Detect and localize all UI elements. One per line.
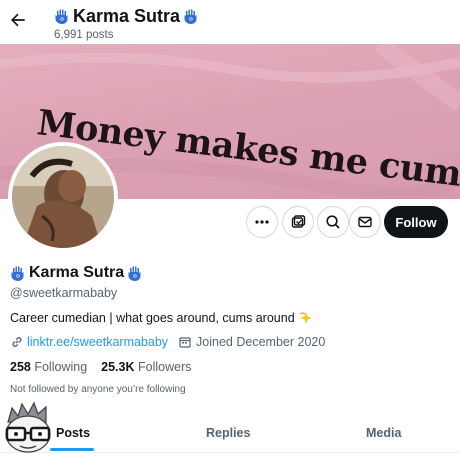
followers-count: 25.3K — [101, 360, 135, 374]
grok-summary-button[interactable] — [282, 206, 314, 238]
hamsa-emoji-icon — [184, 9, 197, 24]
hamsa-emoji-icon — [11, 266, 24, 281]
following-count: 258 — [10, 360, 31, 374]
tab-replies[interactable]: Replies — [206, 426, 250, 440]
tab-media[interactable]: Media — [366, 426, 401, 440]
calendar-icon — [179, 337, 191, 348]
hamsa-emoji-icon — [128, 266, 141, 281]
followers-label: Followers — [138, 360, 192, 374]
tab-posts[interactable]: Posts — [56, 426, 90, 440]
message-button[interactable] — [349, 206, 381, 238]
posts-count: 6,991 posts — [54, 29, 114, 41]
follow-button[interactable]: Follow — [384, 206, 448, 238]
profile-bio: Career cumedian | what goes around, cums… — [10, 311, 313, 325]
more-options-button[interactable] — [246, 206, 278, 238]
not-followed-note: Not followed by anyone you’re following — [10, 384, 186, 395]
followers-link[interactable]: 25.3K Followers — [101, 360, 191, 374]
back-arrow-icon[interactable] — [8, 10, 28, 30]
search-posts-button[interactable] — [317, 206, 349, 238]
avatar[interactable] — [8, 142, 118, 252]
search-icon — [326, 215, 340, 229]
follow-stats: 258 Following 25.3K Followers — [10, 360, 192, 374]
following-link[interactable]: 258 Following — [10, 360, 87, 374]
avatar-photo — [12, 146, 114, 248]
tabs-divider — [0, 452, 460, 453]
profile-meta: linktr.ee/sweetkarmababy Joined December… — [10, 335, 325, 349]
profile-tabs: Posts Replies Media — [0, 414, 460, 454]
profile-link[interactable]: linktr.ee/sweetkarmababy — [27, 335, 168, 349]
hamsa-emoji-icon — [55, 9, 68, 24]
profile-handle: @sweetkarmababy — [10, 286, 118, 300]
grok-icon — [291, 215, 306, 228]
profile-name-text: Karma Sutra — [29, 264, 125, 281]
bio-text: Career cumedian | what goes around, cums… — [10, 311, 295, 325]
nerd-face-sticker-icon — [5, 401, 51, 453]
dizzy-emoji-icon — [299, 312, 312, 324]
more-dots-icon — [255, 220, 269, 224]
following-label: Following — [34, 360, 88, 374]
profile-header: Karma Sutra 6,991 posts — [0, 0, 460, 44]
joined-date: Joined December 2020 — [196, 335, 326, 349]
profile-name: Karma Sutra — [10, 264, 143, 282]
link-icon — [12, 337, 22, 347]
header-title: Karma Sutra — [54, 6, 199, 27]
header-name-text: Karma Sutra — [73, 6, 181, 26]
envelope-icon — [358, 216, 372, 228]
